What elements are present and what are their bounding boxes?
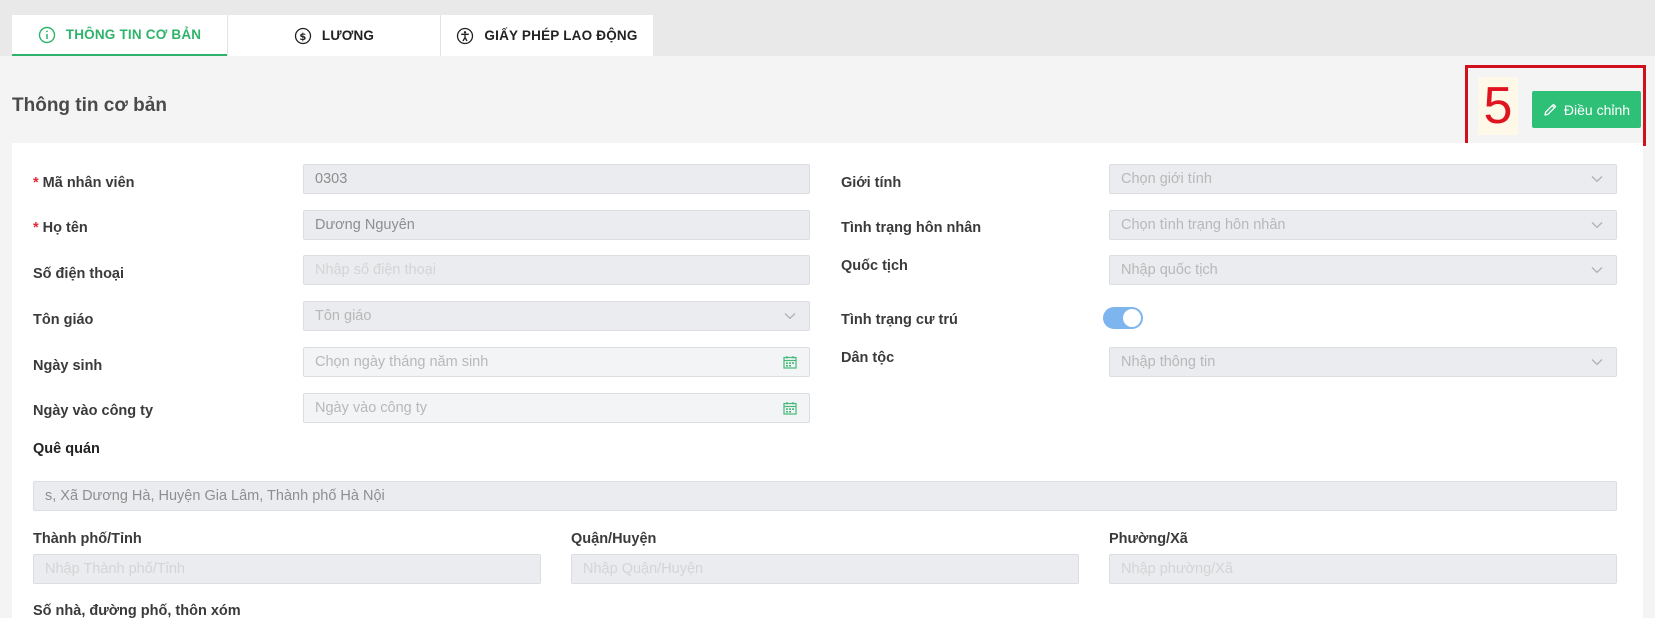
tab-label: LƯƠNG: [321, 28, 375, 43]
full-name-field[interactable]: Dương Nguyên: [303, 210, 810, 240]
birth-date-picker[interactable]: Chọn ngày tháng năm sinh: [303, 347, 810, 377]
chevron-down-icon: [1589, 354, 1605, 370]
calendar-icon: [782, 400, 798, 416]
nationality-label: Quốc tịch: [841, 258, 908, 274]
toggle-knob: [1123, 309, 1141, 327]
nationality-select[interactable]: Nhập quốc tịch: [1109, 255, 1617, 285]
edit-button[interactable]: Điều chỉnh: [1532, 91, 1641, 128]
hometown-label: Quê quán: [33, 441, 100, 457]
dollar-circle-icon: $: [294, 27, 312, 45]
religion-select[interactable]: Tôn giáo: [303, 301, 810, 331]
pencil-icon: [1543, 102, 1558, 117]
edit-button-label: Điều chỉnh: [1563, 101, 1631, 118]
city-field[interactable]: Nhập Thành phố/Tỉnh: [33, 554, 541, 584]
district-label: Quận/Huyện: [571, 531, 657, 547]
chevron-down-icon: [782, 308, 798, 324]
tab-label: THÔNG TIN CƠ BẢN: [65, 27, 202, 42]
gender-select[interactable]: Chọn giới tính: [1109, 164, 1617, 194]
phone-label: Số điện thoại: [33, 266, 125, 282]
section-title: Thông tin cơ bản: [12, 95, 167, 116]
accessibility-icon: [456, 27, 474, 45]
svg-text:$: $: [299, 32, 306, 43]
ethnicity-label: Dân tộc: [841, 350, 895, 366]
hometown-field[interactable]: s, Xã Dương Hà, Huyện Gia Lâm, Thành phố…: [33, 481, 1617, 511]
district-field[interactable]: Nhập Quận/Huyện: [571, 554, 1079, 584]
marital-status-select[interactable]: Chọn tình trạng hôn nhân: [1109, 210, 1617, 240]
residence-status-toggle[interactable]: [1103, 307, 1143, 329]
ward-label: Phường/Xã: [1109, 531, 1188, 547]
tab-label: GIẤY PHÉP LAO ĐỘNG: [484, 28, 638, 43]
annotation-step-number: 5: [1478, 77, 1518, 135]
tab-bar: THÔNG TIN CƠ BẢN $ LƯƠNG GIẤY PHÉP LAO Đ…: [0, 0, 1655, 56]
birth-date-label: Ngày sinh: [33, 358, 103, 374]
religion-label: Tôn giáo: [33, 312, 94, 328]
chevron-down-icon: [1589, 262, 1605, 278]
residence-status-label: Tình trạng cư trú: [841, 312, 958, 328]
employee-code-label: * Mã nhân viên: [33, 175, 135, 191]
phone-field[interactable]: Nhập số điện thoại: [303, 255, 810, 285]
join-date-label: Ngày vào công ty: [33, 403, 154, 419]
marital-status-label: Tình trạng hôn nhân: [841, 220, 982, 236]
gender-label: Giới tính: [841, 175, 902, 191]
calendar-icon: [782, 354, 798, 370]
chevron-down-icon: [1589, 217, 1605, 233]
join-date-picker[interactable]: Ngày vào công ty: [303, 393, 810, 423]
chevron-down-icon: [1589, 171, 1605, 187]
info-circle-icon: [38, 26, 56, 44]
full-name-label: * Họ tên: [33, 220, 88, 236]
tab-basic-info[interactable]: THÔNG TIN CƠ BẢN: [12, 15, 227, 56]
city-label: Thành phố/Tỉnh: [33, 531, 142, 547]
employee-code-field[interactable]: 0303: [303, 164, 810, 194]
ward-field[interactable]: Nhập phường/Xã: [1109, 554, 1617, 584]
tab-work-permit[interactable]: GIẤY PHÉP LAO ĐỘNG: [440, 15, 653, 56]
ethnicity-select[interactable]: Nhập thông tin: [1109, 347, 1617, 377]
tab-salary[interactable]: $ LƯƠNG: [227, 15, 440, 56]
street-label: Số nhà, đường phố, thôn xóm: [33, 603, 241, 618]
